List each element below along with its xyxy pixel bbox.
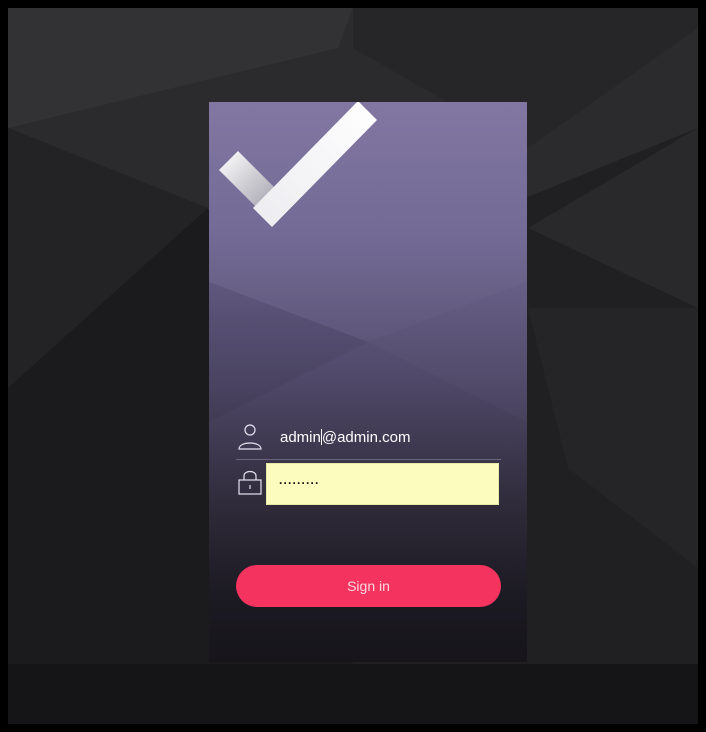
page-background: admin@admin.com ········· Sign in bbox=[8, 8, 698, 724]
password-row: ········· bbox=[236, 460, 501, 505]
user-icon bbox=[238, 424, 262, 450]
email-value-part1: admin bbox=[280, 429, 321, 446]
lock-icon bbox=[238, 470, 262, 495]
email-value-part2: @admin.com bbox=[321, 429, 411, 446]
email-field[interactable]: admin@admin.com bbox=[280, 429, 410, 446]
background-bottom-band bbox=[8, 664, 698, 724]
email-row: admin@admin.com bbox=[236, 415, 501, 460]
login-card: admin@admin.com ········· Sign in bbox=[209, 102, 527, 662]
sign-in-button[interactable]: Sign in bbox=[236, 565, 501, 607]
password-field[interactable]: ········· bbox=[266, 463, 499, 505]
screen-frame: admin@admin.com ········· Sign in bbox=[0, 0, 706, 732]
checkmark-icon bbox=[219, 102, 377, 227]
